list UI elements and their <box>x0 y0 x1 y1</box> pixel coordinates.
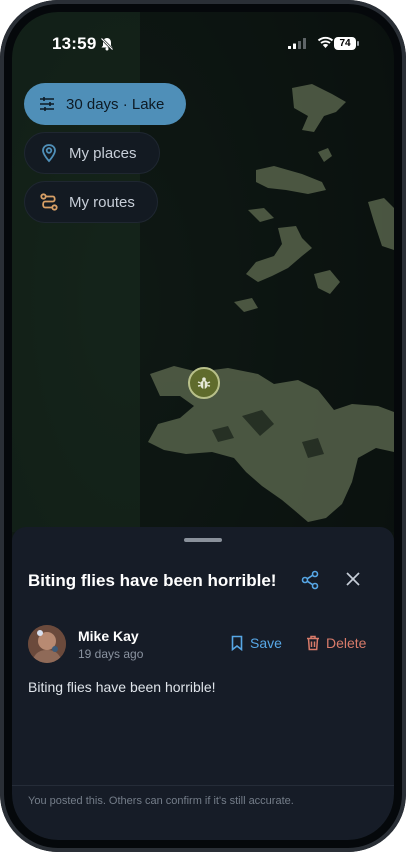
filter-chip-timeframe[interactable]: 30 days · Lake <box>24 83 187 125</box>
avatar[interactable] <box>28 625 66 663</box>
save-label: Save <box>250 635 282 651</box>
report-body: Biting flies have been horrible! <box>28 679 216 695</box>
ownership-note: You posted this. Others can confirm if i… <box>28 795 294 807</box>
share-button[interactable] <box>300 570 320 595</box>
bookmark-icon <box>231 635 243 651</box>
battery-indicator: 74 <box>334 37 360 55</box>
battery-level: 74 <box>339 38 351 49</box>
status-bar: 13:59 74 <box>12 12 394 68</box>
wifi-icon <box>317 36 334 48</box>
my-places-button[interactable]: My places <box>24 132 160 174</box>
my-routes-label: My routes <box>69 193 135 211</box>
close-button[interactable] <box>346 572 360 591</box>
post-time: 19 days ago <box>78 647 144 661</box>
trash-icon <box>307 635 319 651</box>
bell-slash-icon <box>100 37 114 51</box>
status-time: 13:59 <box>52 34 97 53</box>
filter-chip-label: 30 days · Lake <box>66 95 165 113</box>
save-button[interactable]: Save <box>230 635 282 651</box>
share-icon <box>301 570 319 590</box>
route-icon <box>40 193 58 211</box>
screen: 13:59 74 30 days · Lake My places My rou… <box>12 12 394 840</box>
author-name: Mike Kay <box>78 628 139 644</box>
report-detail-sheet: Biting flies have been horrible! Mike Ka… <box>12 527 394 840</box>
cellular-signal-icon <box>288 38 306 49</box>
bug-icon <box>197 377 211 389</box>
phone-frame: 13:59 74 30 days · Lake My places My rou… <box>0 0 406 852</box>
report-title: Biting flies have been horrible! <box>28 571 277 590</box>
report-map-pin[interactable] <box>188 367 220 399</box>
map-pin-icon <box>42 144 56 163</box>
sliders-icon <box>40 97 54 111</box>
delete-button[interactable]: Delete <box>306 635 366 651</box>
divider <box>12 785 394 786</box>
my-places-label: My places <box>69 144 137 162</box>
sheet-drag-handle[interactable] <box>184 538 222 542</box>
my-routes-button[interactable]: My routes <box>24 181 158 223</box>
avatar-photo <box>28 625 66 663</box>
close-icon <box>346 572 360 586</box>
delete-label: Delete <box>326 635 367 651</box>
